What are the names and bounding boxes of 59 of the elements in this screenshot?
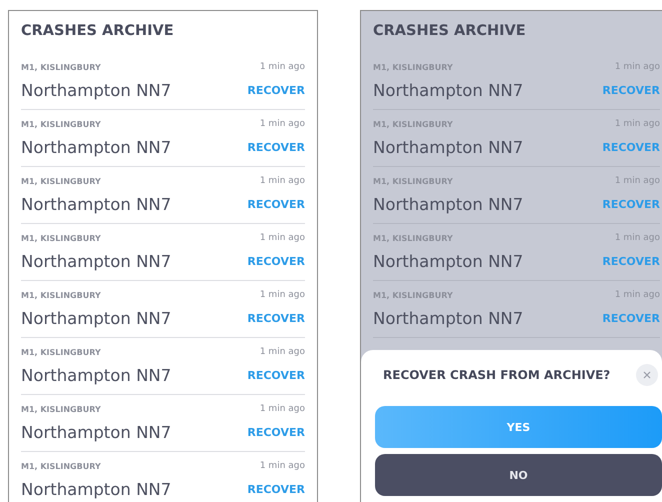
crash-location: M1, KISLINGBURY <box>21 462 102 471</box>
crash-postcode: Northampton NN7 <box>21 138 172 157</box>
crash-time: 1 min ago <box>258 119 305 130</box>
crash-location: M1, KISLINGBURY <box>373 290 454 300</box>
crash-postcode: Northampton NN7 <box>21 366 172 385</box>
recover-link[interactable]: RECOVER <box>247 368 305 382</box>
crash-time: 1 min ago <box>258 62 305 72</box>
crash-location: M1, KISLINGBURY <box>21 404 102 414</box>
crash-postcode: Northampton NN7 <box>373 138 524 157</box>
recover-link[interactable]: RECOVER <box>602 312 660 325</box>
crash-postcode: Northampton NN7 <box>21 194 172 214</box>
crash-postcode: Northampton NN7 <box>373 308 524 328</box>
crash-postcode: Northampton NN7 <box>21 422 172 442</box>
recover-link[interactable]: RECOVER <box>602 140 660 154</box>
close-icon <box>643 371 651 379</box>
crash-location: M1, KISLINGBURY <box>21 234 102 243</box>
crash-time: 1 min ago <box>614 119 660 130</box>
archive-title: CRASHES ARCHIVE <box>21 22 175 41</box>
crash-postcode: Northampton NN7 <box>373 80 524 100</box>
crash-location: M1, KISLINGBURY <box>21 120 102 129</box>
crash-time: 1 min ago <box>614 290 660 300</box>
recover-link[interactable]: RECOVER <box>247 84 305 97</box>
cancel-button[interactable]: NO <box>375 454 662 496</box>
crash-time: 1 min ago <box>258 290 305 300</box>
crash-postcode: Northampton NN7 <box>21 80 172 100</box>
crash-postcode: Northampton NN7 <box>373 194 524 214</box>
crash-time: 1 min ago <box>258 404 305 414</box>
crash-location: M1, KISLINGBURY <box>373 120 454 129</box>
recover-link[interactable]: RECOVER <box>602 254 660 268</box>
recover-link[interactable]: RECOVER <box>602 84 660 97</box>
crash-location: M1, KISLINGBURY <box>21 290 102 300</box>
crash-postcode: Northampton NN7 <box>21 308 172 328</box>
crash-time: 1 min ago <box>614 176 660 186</box>
crash-postcode: Northampton NN7 <box>373 252 524 271</box>
recover-link[interactable]: RECOVER <box>247 312 305 325</box>
crash-time: 1 min ago <box>614 62 660 72</box>
close-button[interactable] <box>636 364 658 386</box>
crash-location: M1, KISLINGBURY <box>21 176 102 186</box>
recover-link[interactable]: RECOVER <box>602 198 660 211</box>
recover-link[interactable]: RECOVER <box>247 140 305 154</box>
recover-link[interactable]: RECOVER <box>247 254 305 268</box>
archive-title: CRASHES ARCHIVE <box>373 22 527 41</box>
confirm-title: RECOVER CRASH FROM ARCHIVE? <box>383 368 610 382</box>
crash-postcode: Northampton NN7 <box>21 480 172 499</box>
crash-time: 1 min ago <box>258 176 305 186</box>
crash-time: 1 min ago <box>258 461 305 472</box>
crash-location: M1, KISLINGBURY <box>373 234 454 243</box>
recover-link[interactable]: RECOVER <box>247 426 305 439</box>
confirm-button[interactable]: YES <box>375 406 662 448</box>
crash-location: M1, KISLINGBURY <box>21 348 102 357</box>
crash-time: 1 min ago <box>258 347 305 358</box>
crash-location: M1, KISLINGBURY <box>373 176 454 186</box>
crash-location: M1, KISLINGBURY <box>373 62 454 72</box>
recover-link[interactable]: RECOVER <box>247 482 305 496</box>
recover-link[interactable]: RECOVER <box>247 198 305 211</box>
crash-postcode: Northampton NN7 <box>21 252 172 271</box>
crash-time: 1 min ago <box>258 233 305 244</box>
crash-location: M1, KISLINGBURY <box>21 62 102 72</box>
crash-time: 1 min ago <box>614 233 660 244</box>
